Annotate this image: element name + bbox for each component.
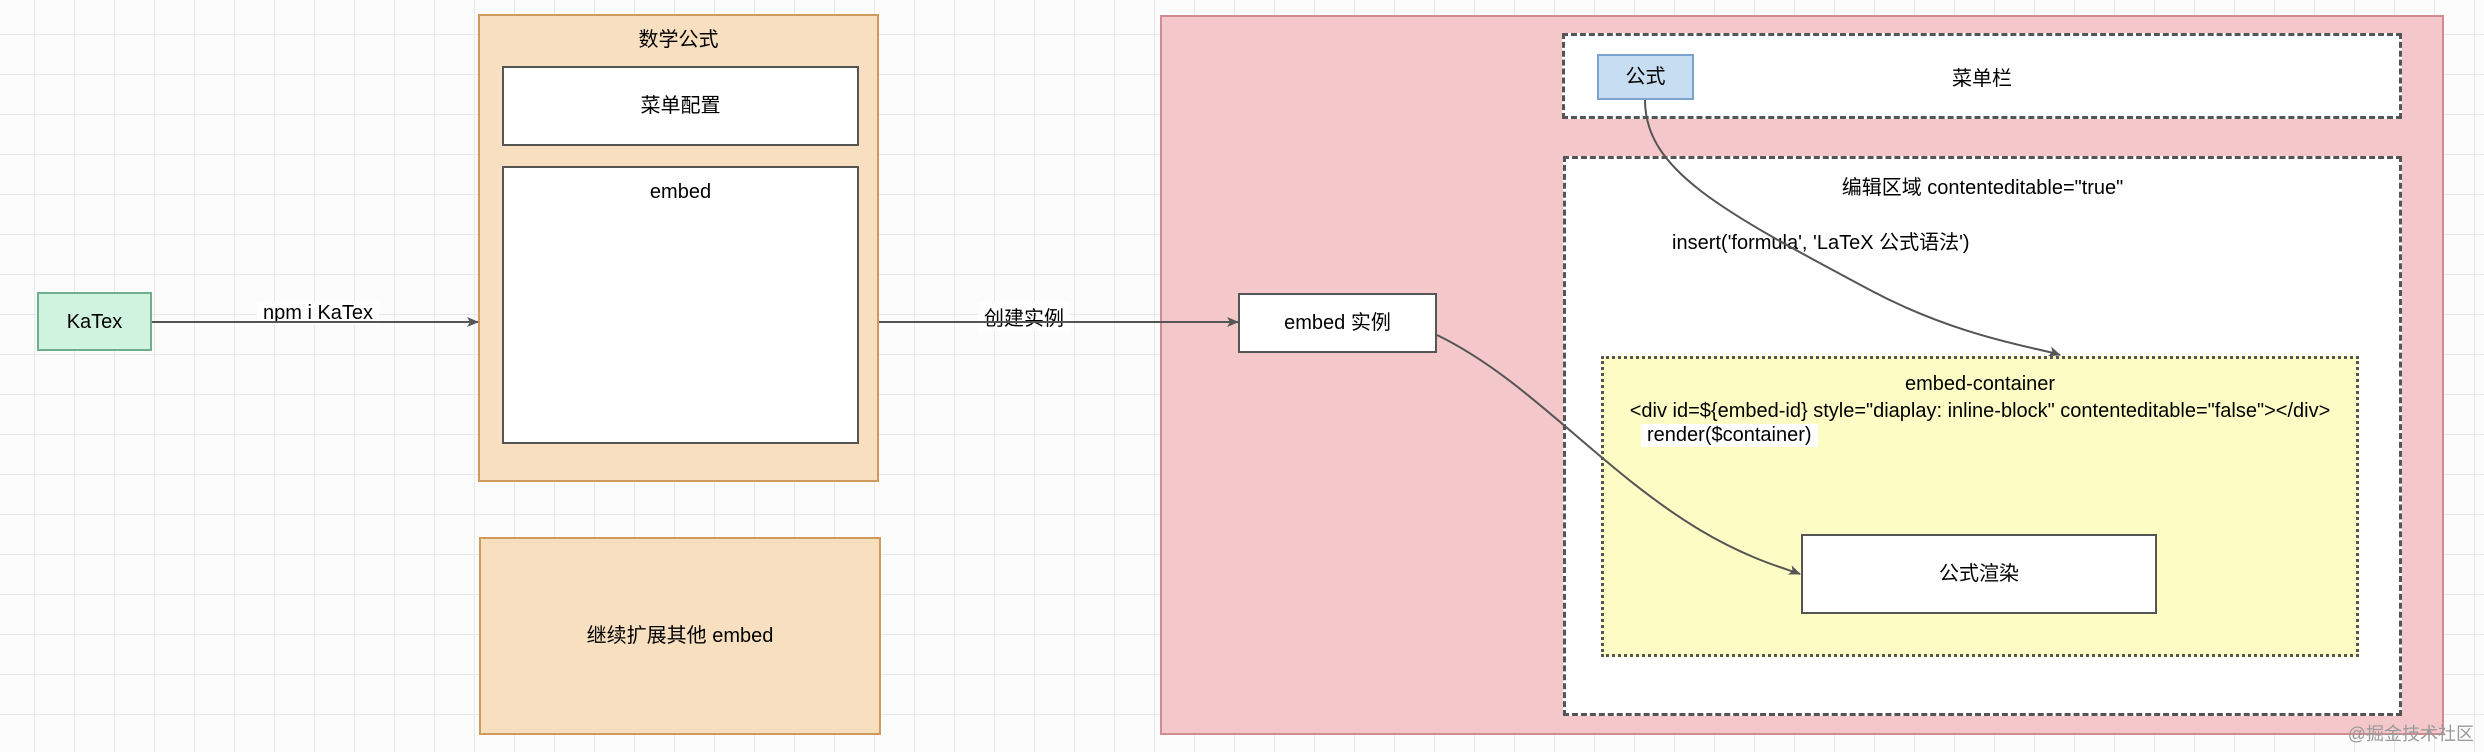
edge-label-create-instance: 创建实例 [978, 302, 1070, 331]
edge-label-render: render($container) [1641, 424, 1818, 447]
embed-instance-node: embed 实例 [1238, 293, 1437, 353]
extend-embed-node: 继续扩展其他 embed [479, 537, 881, 735]
menu-config-node: 菜单配置 [502, 66, 859, 146]
edit-area-title: 编辑区域 contenteditable="true" [1566, 159, 2399, 204]
math-formula-group: 数学公式 菜单配置 embed [478, 14, 879, 482]
embed-node: embed [502, 166, 859, 444]
watermark-text: @掘金技术社区 [2348, 720, 2474, 746]
edge-label-insert: insert('formula', 'LaTeX 公式语法') [1666, 226, 1976, 255]
katex-label: KaTex [67, 308, 123, 336]
formula-tab[interactable]: 公式 [1597, 54, 1694, 100]
embed-container-code-line1: <div id=${embed-id} style="diaplay: inli… [1604, 400, 2356, 423]
formula-render-node: 公式渲染 [1801, 534, 2157, 614]
embed-container-title: embed-container [1604, 373, 2356, 396]
katex-node: KaTex [37, 292, 152, 351]
math-group-title: 数学公式 [480, 16, 877, 66]
edge-label-npm: npm i KaTex [257, 302, 379, 325]
